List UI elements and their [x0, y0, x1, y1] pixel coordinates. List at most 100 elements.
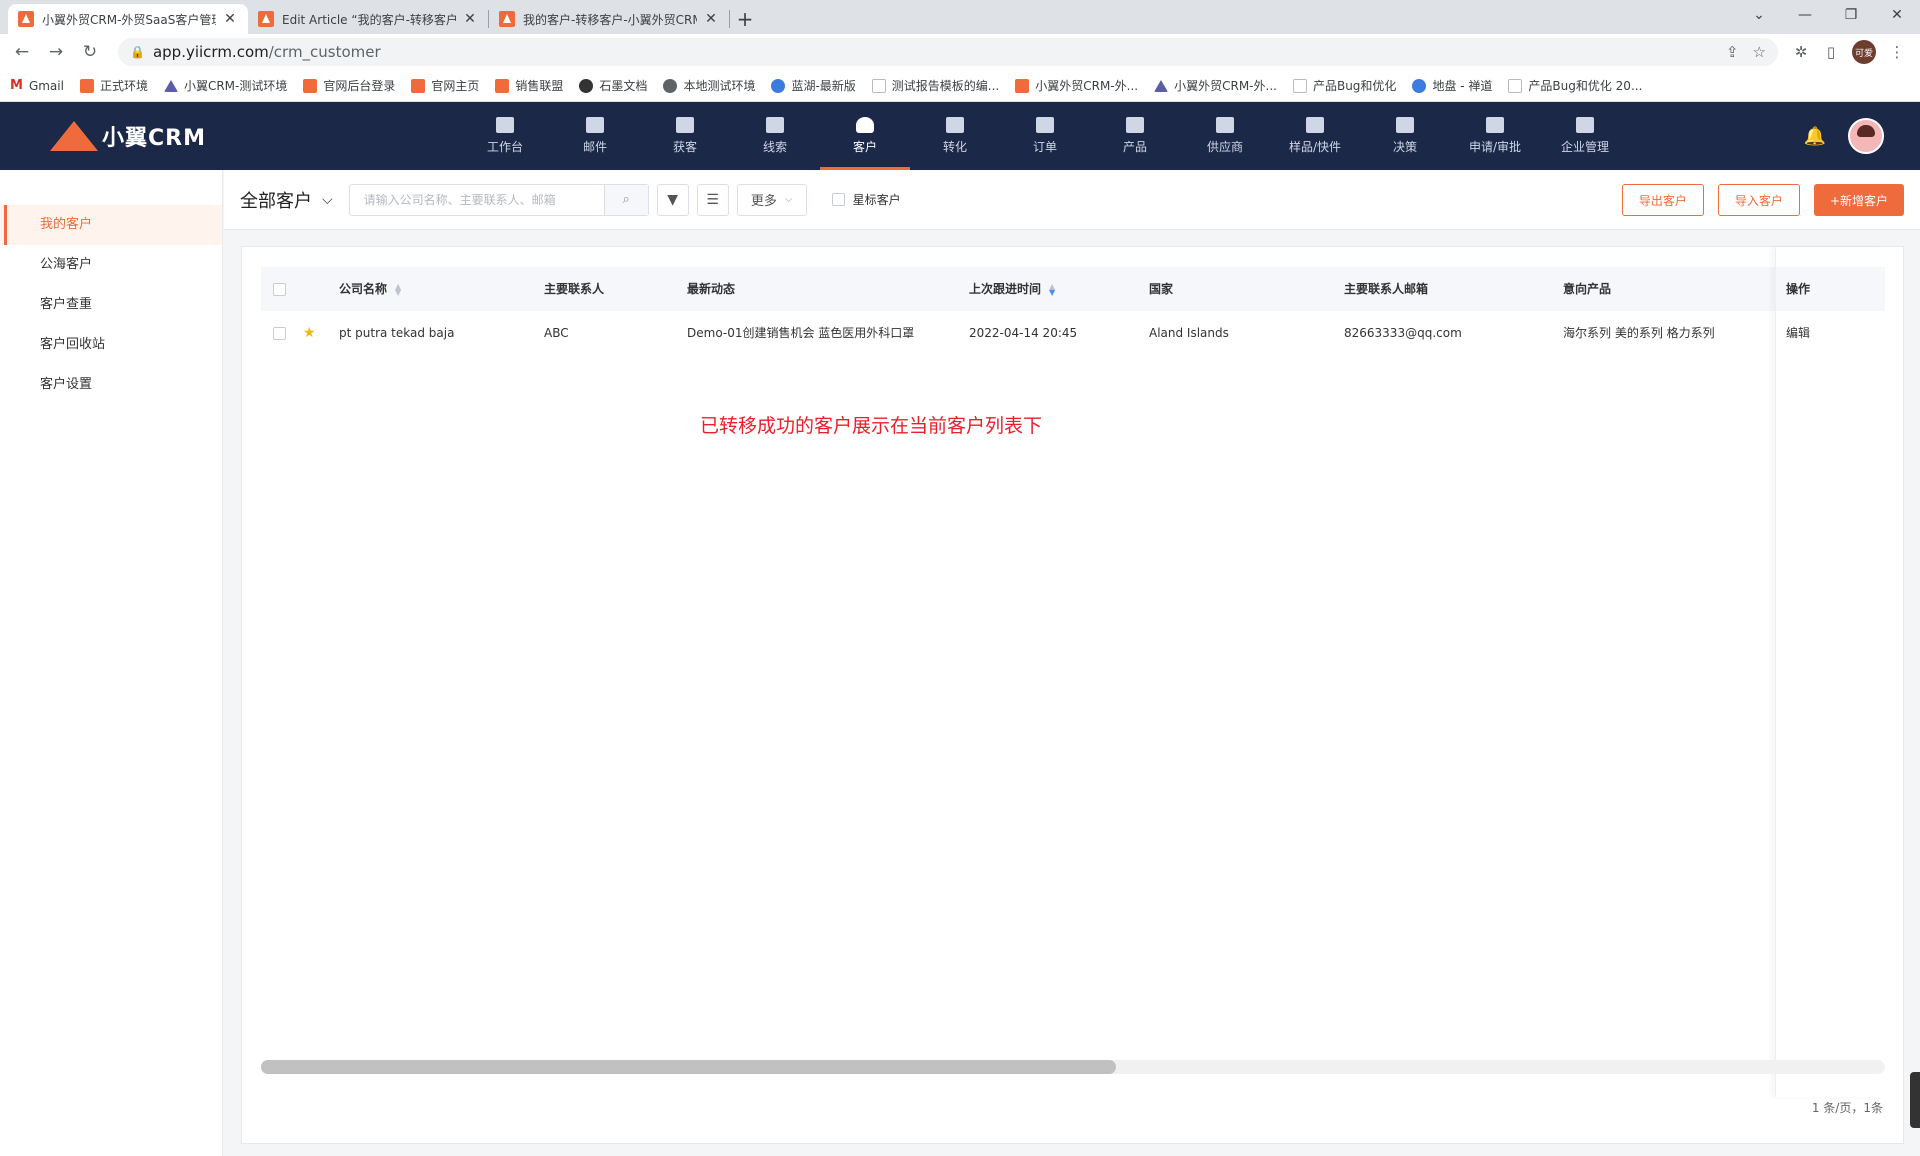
import-customers-button[interactable]: 导入客户 [1717, 184, 1800, 216]
search-icon[interactable]: ⌕ [603, 184, 648, 215]
lock-icon[interactable]: 🔒 [130, 45, 145, 59]
nav-item-product[interactable]: 产品 [1090, 102, 1180, 170]
bookmark-item[interactable]: 销售联盟 [495, 77, 563, 94]
bookmark-item[interactable]: 蓝湖-最新版 [771, 77, 856, 94]
bookmark-star-icon[interactable]: ☆ [1753, 43, 1766, 61]
view-selector[interactable]: 全部客户 ⌵ [240, 187, 333, 213]
column-action: 操作 [1776, 267, 1885, 311]
bookmark-item[interactable]: 小翼外贸CRM-外... [1015, 77, 1138, 94]
browser-tab-crm[interactable]: 小翼外贸CRM-外贸SaaS客户管理 ✕ [8, 4, 248, 34]
toolbar-actions: 导出客户 导入客户 +新增客户 [1608, 184, 1904, 216]
side-drawer-handle[interactable] [1910, 1072, 1920, 1128]
minimize-icon[interactable]: — [1782, 0, 1828, 30]
close-icon[interactable]: ✕ [703, 11, 719, 27]
nav-item-workbench[interactable]: 工作台 [460, 102, 550, 170]
bookmark-item[interactable]: 小翼CRM-测试环境 [163, 77, 288, 94]
nav-item-convert[interactable]: 转化 [910, 102, 1000, 170]
forward-arrow-icon[interactable]: → [42, 38, 70, 66]
bookmark-label: 官网后台登录 [323, 79, 396, 93]
more-dropdown[interactable]: 更多 ⌵ [736, 183, 807, 216]
edit-link[interactable]: 编辑 [1776, 311, 1885, 355]
sidebar-item[interactable]: 客户查重 [0, 285, 222, 325]
star-customer-filter[interactable]: 星标客户 [831, 191, 901, 208]
scrollbar-thumb[interactable] [261, 1060, 1116, 1074]
extensions-puzzle-icon[interactable]: ✲ [1786, 43, 1816, 61]
nav-item-decision[interactable]: 决策 [1360, 102, 1450, 170]
filter-funnel-icon[interactable]: ▼ [656, 183, 689, 216]
close-icon[interactable]: ✕ [462, 11, 478, 27]
leads-icon [766, 117, 784, 133]
reload-icon[interactable]: ↻ [76, 38, 104, 66]
order-icon [1036, 117, 1054, 133]
bookmark-item[interactable]: 产品Bug和优化 [1292, 77, 1396, 94]
bookmark-item[interactable]: 地盘 - 禅道 [1412, 77, 1492, 94]
column-company[interactable]: 公司名称 ▲ ▼ [339, 267, 401, 311]
customer-toolbar: 全部客户 ⌵ ⌕ ▼ ☰ 更多 ⌵ 星标客户 导出客户 导入客户 +新增客户 [224, 170, 1920, 230]
table-row[interactable]: ★ pt putra tekad baja ABC Demo-01创建销售机会 … [261, 311, 1885, 355]
star-filter-checkbox[interactable] [831, 193, 845, 206]
sort-arrows-icon[interactable]: ▲ ▼ [395, 282, 401, 296]
close-window-icon[interactable]: ✕ [1874, 0, 1920, 30]
bookmark-item[interactable]: 正式环境 [79, 77, 148, 94]
bookmark-item[interactable]: 石墨文档 [579, 77, 647, 94]
bookmark-item[interactable]: 本地测试环境 [663, 77, 755, 94]
adjust-sliders-icon[interactable]: ☰ [696, 183, 729, 216]
star-icon[interactable]: ★ [303, 311, 316, 355]
address-bar: ← → ↻ 🔒 app.yiicrm.com/crm_customer ⇪ ☆ … [0, 34, 1920, 70]
bookmark-item[interactable]: 测试报告模板的编... [871, 77, 999, 94]
bookmark-item[interactable]: 产品Bug和优化 20... [1508, 77, 1642, 94]
bookmark-item[interactable]: M Gmail [10, 78, 64, 93]
nav-item-order[interactable]: 订单 [1000, 102, 1090, 170]
search-input[interactable] [349, 184, 604, 215]
decision-icon [1396, 117, 1414, 133]
nav-item-approval[interactable]: 申请/审批 [1450, 102, 1540, 170]
export-customers-button[interactable]: 导出客户 [1621, 184, 1704, 216]
new-tab-plus-icon[interactable]: + [730, 4, 760, 34]
shimo-icon [579, 78, 594, 93]
nav-item-acquire[interactable]: 获客 [640, 102, 730, 170]
nav-item-sample[interactable]: 样品/快件 [1270, 102, 1360, 170]
bookmark-item[interactable]: 官网主页 [411, 77, 479, 94]
bookmark-label: 小翼CRM-测试环境 [183, 79, 288, 93]
nav-item-mail[interactable]: 邮件 [550, 102, 640, 170]
add-customer-button[interactable]: +新增客户 [1813, 184, 1904, 216]
select-all-checkbox[interactable] [273, 267, 286, 311]
xiaoyi-logo-icon [495, 78, 510, 93]
bookmark-label: 石墨文档 [599, 79, 648, 93]
bookmark-item[interactable]: 官网后台登录 [303, 77, 395, 94]
side-panel-icon[interactable]: ▯ [1816, 43, 1846, 61]
row-checkbox[interactable] [273, 311, 286, 355]
restore-icon[interactable]: ❐ [1828, 0, 1874, 30]
nav-item-customer[interactable]: 客户 [820, 102, 910, 170]
nav-item-leads[interactable]: 线索 [730, 102, 820, 170]
url-omnibox[interactable]: 🔒 app.yiicrm.com/crm_customer ⇪ ☆ [118, 38, 1778, 66]
horizontal-scrollbar[interactable] [261, 1060, 1885, 1074]
tab-search-chevron-icon[interactable]: ⌄ [1736, 0, 1782, 30]
sort-arrows-icon[interactable]: ▲ ▼ [1049, 282, 1055, 296]
cell-company[interactable]: pt putra tekad baja [339, 311, 454, 355]
share-icon[interactable]: ⇪ [1726, 43, 1739, 61]
browser-tab-transfer[interactable]: 我的客户-转移客户-小翼外贸CRM ✕ [489, 4, 729, 34]
bell-icon[interactable]: 🔔 [1804, 126, 1826, 147]
column-last-follow[interactable]: 上次跟进时间 ▲ ▼ [969, 267, 1055, 311]
bookmark-label: Gmail [28, 78, 64, 93]
sidebar-item[interactable]: 我的客户 [0, 205, 222, 245]
user-avatar[interactable] [1848, 118, 1884, 154]
browser-tab-edit-article[interactable]: Edit Article “我的客户-转移客户 ✕ [248, 4, 488, 34]
xiaoyi-favicon-icon [18, 11, 34, 27]
sidebar-item[interactable]: 公海客户 [0, 245, 222, 285]
bookmark-label: 地盘 - 禅道 [1432, 79, 1493, 93]
doc-icon [871, 78, 886, 93]
sidebar-item[interactable]: 客户设置 [0, 365, 222, 405]
star-filter-label: 星标客户 [852, 193, 901, 207]
app-logo[interactable]: 小翼CRM [50, 120, 460, 152]
bookmark-label: 正式环境 [99, 79, 148, 93]
nav-item-company[interactable]: 企业管理 [1540, 102, 1630, 170]
menu-kebab-icon[interactable]: ⋮ [1882, 43, 1912, 61]
profile-avatar[interactable]: 可爱 [1852, 40, 1876, 64]
sidebar-item[interactable]: 客户回收站 [0, 325, 222, 365]
bookmark-item[interactable]: 小翼外贸CRM-外... [1154, 77, 1277, 94]
back-arrow-icon[interactable]: ← [8, 38, 36, 66]
close-icon[interactable]: ✕ [222, 11, 238, 27]
nav-item-supplier[interactable]: 供应商 [1180, 102, 1270, 170]
